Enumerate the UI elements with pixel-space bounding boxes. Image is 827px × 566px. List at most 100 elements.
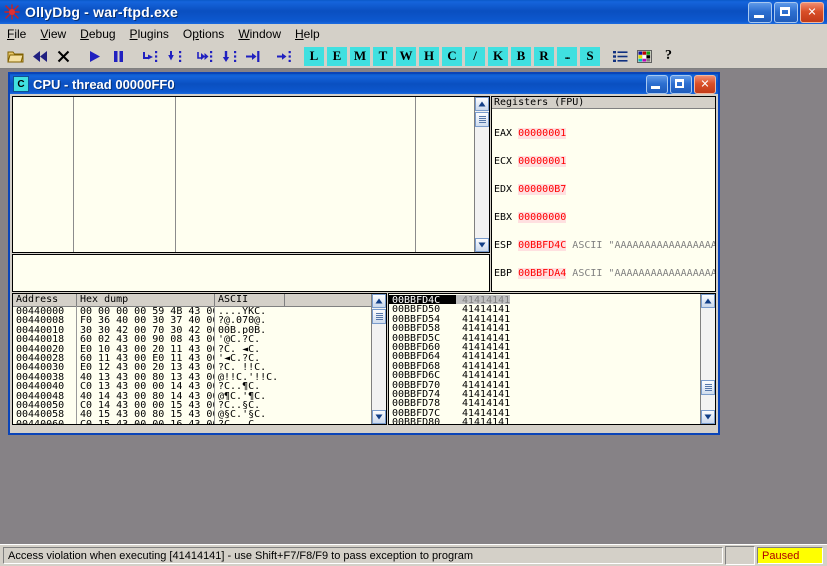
disassembly-scrollbar[interactable] bbox=[474, 97, 489, 252]
disasm-scroll-track[interactable] bbox=[475, 111, 489, 238]
menu-item-view[interactable]: View bbox=[33, 25, 73, 43]
toolbar-button-log[interactable]: L bbox=[303, 45, 325, 67]
register-row-edx[interactable]: EDX 000000B7 bbox=[492, 183, 715, 195]
list-item[interactable]: 00BBFD80 41414141 bbox=[389, 417, 699, 424]
registers-pane[interactable]: Registers (FPU) EAX 00000001 ECX 0000000… bbox=[491, 96, 716, 292]
list-item[interactable]: 00BBFD64 41414141 bbox=[389, 351, 699, 362]
dump-scroll-up-arrow[interactable] bbox=[372, 294, 386, 308]
register-name-eax: EAX bbox=[494, 127, 513, 139]
stack-address: 00BBFD7C bbox=[392, 407, 441, 419]
list-item[interactable]: 00BBFD74 41414141 bbox=[389, 389, 699, 400]
list-item[interactable]: 00BBFD50 41414141 bbox=[389, 304, 699, 316]
table-row[interactable]: 00440060C0 15 43 00 00 16 43 00?C.. C. bbox=[13, 418, 386, 424]
register-row-ebp[interactable]: EBP 00BBFDA4 ASCII "AAAAAAAAAAAAAAAAAA bbox=[492, 267, 715, 279]
list-item[interactable]: 00BBFD6C 41414141 bbox=[389, 370, 699, 381]
close-program-icon[interactable] bbox=[52, 45, 75, 67]
toolbar-button-breakpoints[interactable]: B bbox=[510, 45, 532, 67]
toolbar-button-handles[interactable]: H bbox=[418, 45, 440, 67]
table-row[interactable]: 00440000 00 00 00 00 59 4B 43 00 ....YKC. bbox=[13, 306, 386, 316]
step-over-icon[interactable] bbox=[162, 45, 185, 67]
register-row-esp[interactable]: ESP 00BBFD4C ASCII "AAAAAAAAAAAAAAAAAA bbox=[492, 239, 715, 251]
register-row-eax[interactable]: EAX 00000001 bbox=[492, 127, 715, 139]
table-row[interactable]: 00440008 F0 36 40 00 30 37 40 00 ?@.070@. bbox=[13, 315, 386, 325]
hex-dump-scrollbar[interactable] bbox=[371, 294, 386, 424]
toolbar-button-windows[interactable]: W bbox=[395, 45, 417, 67]
close-button[interactable]: ✕ bbox=[800, 2, 824, 23]
hex-dump-header-hex[interactable]: Hex dump bbox=[77, 294, 215, 306]
help-icon[interactable]: ? bbox=[657, 45, 680, 67]
dump-scroll-down-arrow[interactable] bbox=[372, 410, 386, 424]
stack-scroll-down-arrow[interactable] bbox=[701, 410, 715, 424]
stack-scroll-thumb[interactable] bbox=[701, 380, 715, 395]
hex-dump-pane[interactable]: Address Hex dump ASCII 00440000 00 00 00 … bbox=[12, 293, 387, 425]
list-item[interactable]: 00BBFD54 41414141 bbox=[389, 314, 699, 325]
open-file-icon[interactable] bbox=[4, 45, 27, 67]
toolbar-button-cpu[interactable]: C bbox=[441, 45, 463, 67]
cpu-minimize-button[interactable] bbox=[646, 75, 668, 94]
list-item[interactable]: 00BBFD4C 41414141 bbox=[389, 295, 699, 306]
table-row[interactable]: 00440020 E0 10 43 00 20 11 43 00 ?C. ◄C. bbox=[13, 343, 386, 353]
execute-till-cursor-icon[interactable] bbox=[272, 45, 295, 67]
execute-till-return-icon[interactable] bbox=[241, 45, 264, 67]
list-item[interactable]: 00BBFD5C 41414141 bbox=[389, 333, 699, 344]
stack-address: 00BBFD50 bbox=[392, 304, 441, 316]
register-value-ecx: 00000001 bbox=[518, 155, 567, 167]
step-into-icon[interactable] bbox=[138, 45, 161, 67]
toolbar-button-run-trace[interactable]: ... bbox=[556, 45, 578, 67]
maximize-button[interactable] bbox=[774, 2, 798, 23]
dump-ascii: @!!C.'!!C. bbox=[218, 371, 279, 382]
table-row[interactable]: 00440028 60 11 43 00 E0 11 43 00 '◄C.?C. bbox=[13, 352, 386, 363]
toolbar-button-threads[interactable]: T bbox=[372, 45, 394, 67]
menu-item-window[interactable]: Window bbox=[231, 25, 288, 43]
cpu-close-button[interactable]: ✕ bbox=[694, 75, 716, 94]
list-item[interactable]: 00BBFD58 41414141 bbox=[389, 323, 699, 335]
toolbar-button-executables[interactable]: E bbox=[326, 45, 348, 67]
toolbar-button-callstack[interactable]: K bbox=[487, 45, 509, 67]
table-row[interactable]: 00440040 C0 13 43 00 00 14 43 00 ?C..¶C. bbox=[13, 381, 386, 391]
toolbar-button-memory[interactable]: M bbox=[349, 45, 371, 67]
disasm-scroll-down-arrow[interactable] bbox=[475, 238, 489, 252]
register-row-ecx[interactable]: ECX 00000001 bbox=[492, 155, 715, 167]
cpu-maximize-button[interactable] bbox=[670, 75, 692, 94]
menu-item-plugins[interactable]: Plugins bbox=[123, 25, 176, 43]
hex-dump-header-ascii[interactable]: ASCII bbox=[215, 294, 285, 306]
table-row[interactable]: 00440058 40 15 43 00 80 15 43 00 @§C.'§C. bbox=[13, 409, 386, 419]
menu-item-help[interactable]: Help bbox=[288, 25, 327, 43]
list-item[interactable]: 00BBFD60 41414141 bbox=[389, 342, 699, 353]
disasm-scroll-thumb[interactable] bbox=[475, 112, 489, 127]
stack-pane[interactable]: 00BBFD4C 41414141 00BBFD50 41414141 00BBFD… bbox=[388, 293, 716, 425]
restart-icon[interactable] bbox=[28, 45, 51, 67]
table-row[interactable]: 00440030 E0 12 43 00 20 13 43 00 ?C. !!C. bbox=[13, 362, 386, 372]
stack-value: 41414141 bbox=[462, 323, 511, 335]
pause-icon[interactable] bbox=[107, 45, 130, 67]
stack-scroll-up-arrow[interactable] bbox=[701, 294, 715, 308]
menu-item-options[interactable]: Options bbox=[176, 25, 231, 43]
minimize-button[interactable] bbox=[748, 2, 772, 23]
hex-dump-header-address[interactable]: Address bbox=[13, 294, 77, 306]
appearance-icon[interactable] bbox=[633, 45, 656, 67]
list-item[interactable]: 00BBFD78 41414141 bbox=[389, 398, 699, 409]
list-item[interactable]: 00BBFD70 41414141 bbox=[389, 380, 699, 391]
register-name-ecx: ECX bbox=[494, 155, 513, 167]
stack-scrollbar[interactable] bbox=[700, 294, 715, 424]
list-item[interactable]: 00BBFD7C 41414141 bbox=[389, 407, 699, 419]
table-row[interactable]: 00440050 C0 14 43 00 00 15 43 00 ?C..§C. bbox=[13, 399, 386, 410]
run-icon[interactable] bbox=[83, 45, 106, 67]
table-row[interactable]: 00440048 40 14 43 00 80 14 43 00 @¶C.'¶C. bbox=[13, 390, 386, 400]
table-row[interactable]: 00440018 60 02 43 00 90 08 43 00 '@C.?C. bbox=[13, 334, 386, 344]
disassembly-pane[interactable] bbox=[12, 96, 490, 253]
menu-item-debug[interactable]: Debug bbox=[73, 25, 122, 43]
trace-over-icon[interactable] bbox=[217, 45, 240, 67]
table-row[interactable]: 00440010 30 30 42 00 70 30 42 00 00B.p0B. bbox=[13, 324, 386, 335]
dump-scroll-thumb[interactable] bbox=[372, 309, 386, 324]
toolbar-button-references[interactable]: R bbox=[533, 45, 555, 67]
toolbar-button-patches[interactable]: / bbox=[464, 45, 486, 67]
disasm-scroll-up-arrow[interactable] bbox=[475, 97, 489, 111]
options-list-icon[interactable] bbox=[609, 45, 632, 67]
table-row[interactable]: 00440038 40 13 43 00 80 13 43 00 @!!C.'!!C… bbox=[13, 371, 386, 382]
register-row-ebx[interactable]: EBX 00000000 bbox=[492, 211, 715, 223]
toolbar-button-source[interactable]: S bbox=[579, 45, 601, 67]
menu-item-file[interactable]: File bbox=[0, 25, 33, 43]
list-item[interactable]: 00BBFD68 41414141 bbox=[389, 361, 699, 372]
trace-into-icon[interactable] bbox=[193, 45, 216, 67]
